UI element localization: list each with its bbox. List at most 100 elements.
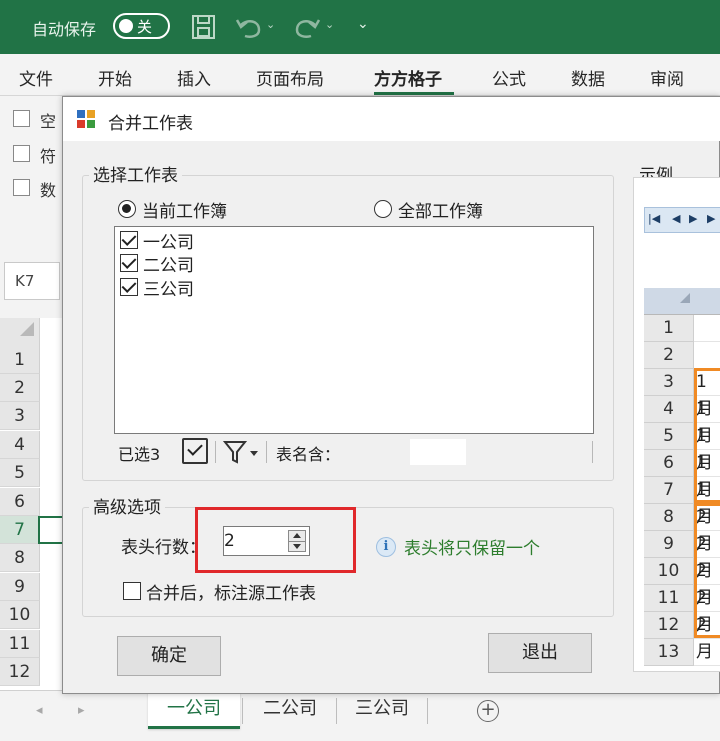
example-col-header <box>694 288 720 315</box>
example-group-highlight <box>694 503 720 638</box>
ribbon-option-checkbox[interactable] <box>13 179 30 196</box>
sheet-list-item[interactable]: 二公司 <box>143 251 194 276</box>
ribbon-option-checkbox[interactable] <box>13 145 30 162</box>
row-header[interactable]: 11 <box>0 630 40 658</box>
tab-separator <box>242 698 243 724</box>
sheet-list[interactable]: 一公司 二公司 三公司 <box>114 226 594 434</box>
row-header[interactable]: 12 <box>0 658 40 686</box>
tab-review[interactable]: 审阅 <box>650 65 684 90</box>
sheet-list-item[interactable]: 一公司 <box>143 228 194 253</box>
ribbon-option-label: 符 <box>40 147 57 166</box>
sheet-list-item[interactable]: 三公司 <box>143 275 194 300</box>
app-logo-icon <box>77 110 95 128</box>
row-header[interactable]: 3 <box>0 402 40 430</box>
row-header[interactable]: 5 <box>0 459 40 487</box>
row-header[interactable]: 2 <box>0 374 40 402</box>
example-row-header: 8 <box>644 504 694 531</box>
customize-toolbar-icon[interactable]: ⌄ <box>357 16 369 32</box>
example-row-header: 1 <box>644 315 694 342</box>
dialog-title-bar: 合并工作表 <box>63 97 720 141</box>
radio-current-workbook-label[interactable]: 当前工作簿 <box>142 197 227 222</box>
selected-count: 已选3 <box>118 445 161 464</box>
divider <box>592 441 593 463</box>
sheet-list-footer: 已选3 表名含： <box>114 434 594 470</box>
undo-dropdown-icon[interactable]: ⌄ <box>266 18 275 31</box>
row-header[interactable]: 1 <box>0 346 40 374</box>
tab-insert[interactable]: 插入 <box>177 65 211 90</box>
example-row-header: 12 <box>644 612 694 639</box>
row-header[interactable]: 4 <box>0 431 40 459</box>
tab-data[interactable]: 数据 <box>571 65 605 90</box>
divider <box>266 441 267 463</box>
example-row-header: 9 <box>644 531 694 558</box>
tab-separator <box>336 698 337 724</box>
tab-page-layout[interactable]: 页面布局 <box>256 65 324 90</box>
undo-icon[interactable] <box>235 16 263 40</box>
select-sheets-group-label: 选择工作表 <box>89 161 182 186</box>
example-row-header: 4 <box>644 396 694 423</box>
tab-home[interactable]: 开始 <box>98 65 132 90</box>
radio-current-workbook[interactable] <box>118 200 136 218</box>
sheet-tab-company-1[interactable]: 一公司 <box>148 691 240 729</box>
divider <box>215 441 216 463</box>
tab-file[interactable]: 文件 <box>19 65 53 90</box>
ribbon-tab-bar: 文件 开始 插入 页面布局 方方格子 公式 数据 审阅 <box>0 54 720 96</box>
last-sheet-icon: ▶ <box>707 212 716 225</box>
radio-all-workbooks-label[interactable]: 全部工作簿 <box>398 197 483 222</box>
mark-source-checkbox[interactable] <box>123 582 141 600</box>
scroll-tabs-left-icon[interactable]: ◂ <box>36 703 43 718</box>
active-cell[interactable] <box>38 516 64 544</box>
autosave-state: 关 <box>137 18 153 36</box>
example-corner-icon <box>680 293 690 303</box>
row-header[interactable]: 8 <box>0 544 40 572</box>
tab-formulas[interactable]: 公式 <box>492 65 526 90</box>
sheet-tab-company-3[interactable]: 三公司 <box>338 691 426 729</box>
sheet-name-contains-input[interactable] <box>410 439 466 465</box>
autosave-toggle[interactable]: 关 <box>113 13 170 39</box>
row-header[interactable]: 6 <box>0 488 40 516</box>
title-bar: 自动保存 关 ⌄ ⌄ ⌄ <box>0 0 720 54</box>
filter-dropdown-icon[interactable] <box>223 440 259 464</box>
redo-icon[interactable] <box>293 16 321 40</box>
row-header-selected[interactable]: 7 <box>0 516 40 544</box>
highlight-annotation <box>195 507 356 573</box>
example-row-header: 3 <box>644 369 694 396</box>
sheet-name-contains-label: 表名含： <box>276 445 341 464</box>
info-icon: i <box>376 537 396 557</box>
mark-source-label[interactable]: 合并后，标注源工作表 <box>146 579 316 604</box>
tab-separator <box>427 698 428 724</box>
add-sheet-icon[interactable]: + <box>477 700 499 722</box>
row-header[interactable]: 9 <box>0 573 40 601</box>
ok-button[interactable]: 确定 <box>117 636 221 676</box>
merge-sheets-dialog: 合并工作表 选择工作表 当前工作簿 全部工作簿 一公司 二公司 三公司 已选3 … <box>62 96 720 694</box>
dialog-title: 合并工作表 <box>108 114 193 134</box>
sheet-checkbox[interactable] <box>120 278 138 296</box>
sheet-checkbox[interactable] <box>120 231 138 249</box>
example-cell <box>694 639 720 666</box>
prev-sheet-icon: ◀ <box>672 212 681 225</box>
toggle-knob <box>119 19 133 33</box>
advanced-options-label: 高级选项 <box>89 493 165 518</box>
save-icon[interactable] <box>191 14 217 40</box>
example-cell <box>694 315 720 342</box>
example-group-highlight <box>694 368 720 503</box>
exit-button[interactable]: 退出 <box>488 633 592 673</box>
ribbon-option-checkbox[interactable] <box>13 110 30 127</box>
select-all-icon <box>20 322 34 336</box>
scroll-tabs-right-icon[interactable]: ▸ <box>78 703 85 718</box>
active-tab-indicator <box>374 92 454 95</box>
example-row-header: 5 <box>644 423 694 450</box>
select-all-checkbox-icon[interactable] <box>182 438 208 464</box>
example-row-header: 7 <box>644 477 694 504</box>
row-header[interactable]: 10 <box>0 601 40 629</box>
tab-fangfanggezi[interactable]: 方方格子 <box>374 65 442 90</box>
header-info-text: 表头将只保留一个 <box>404 539 540 559</box>
ribbon-option-label: 空 <box>40 112 57 131</box>
sheet-checkbox[interactable] <box>120 254 138 272</box>
first-sheet-icon: |◀ <box>648 212 661 225</box>
name-box[interactable]: K7 <box>4 262 60 300</box>
radio-all-workbooks[interactable] <box>374 200 392 218</box>
redo-dropdown-icon[interactable]: ⌄ <box>325 18 334 31</box>
header-rows-label: 表头行数： <box>121 538 206 558</box>
sheet-tab-company-2[interactable]: 二公司 <box>244 691 336 729</box>
